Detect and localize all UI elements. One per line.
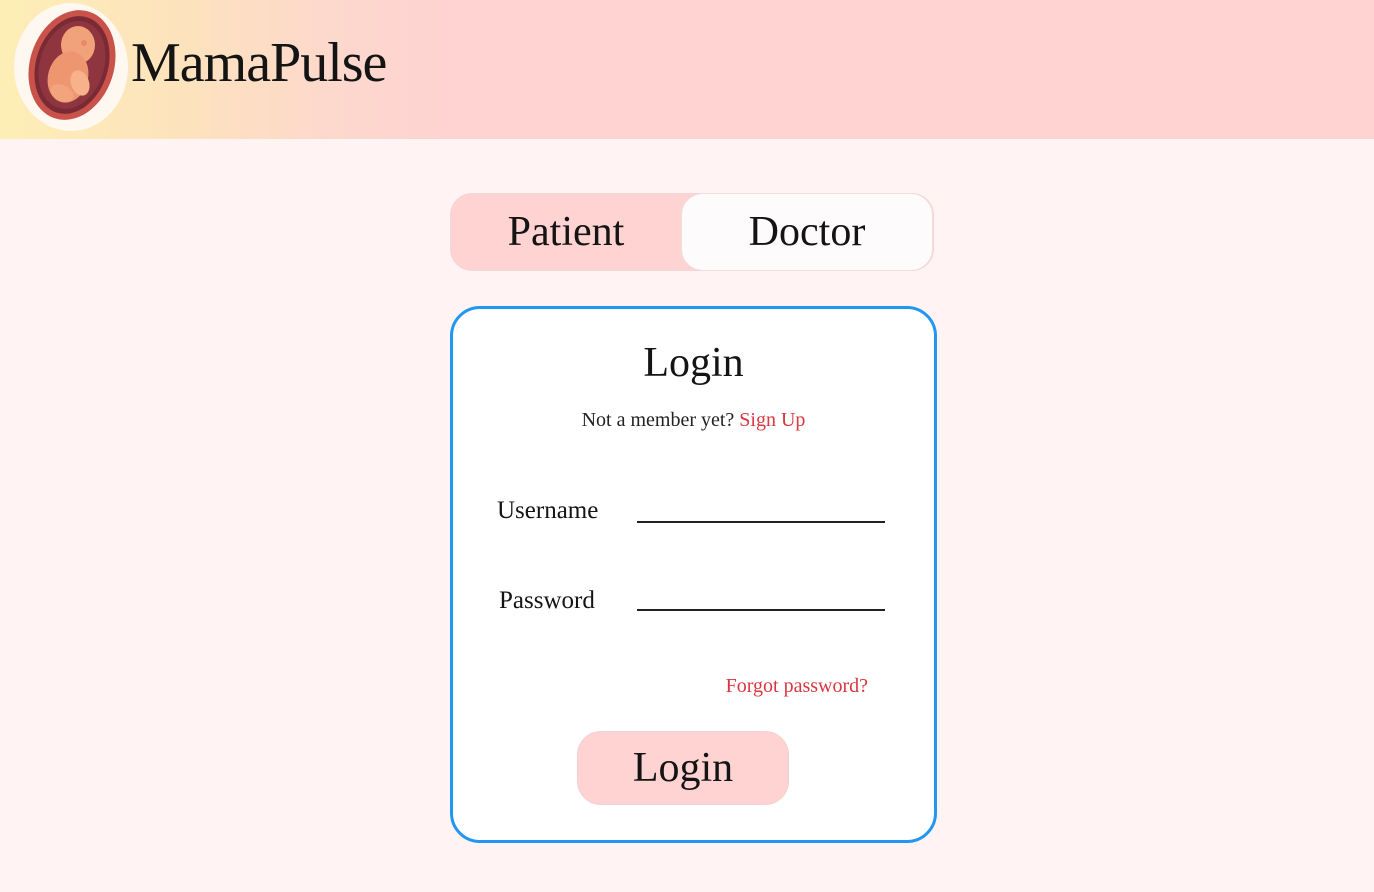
forgot-password-link[interactable]: Forgot password? bbox=[726, 675, 868, 698]
login-title: Login bbox=[643, 340, 744, 386]
brand-name: MamaPulse bbox=[131, 32, 387, 94]
app-header: MamaPulse bbox=[0, 0, 1374, 139]
member-prompt-line: Not a member yet? Sign Up bbox=[453, 409, 934, 432]
password-input[interactable] bbox=[637, 581, 885, 611]
login-button[interactable]: Login bbox=[577, 731, 789, 805]
tab-patient[interactable]: Patient bbox=[451, 194, 681, 270]
tab-doctor[interactable]: Doctor bbox=[681, 193, 933, 271]
password-label: Password bbox=[499, 587, 595, 614]
username-input[interactable] bbox=[637, 493, 885, 523]
logo[interactable] bbox=[14, 3, 128, 131]
signup-link[interactable]: Sign Up bbox=[739, 409, 805, 431]
fetus-in-womb-icon bbox=[27, 9, 116, 125]
login-card: Login Not a member yet? Sign Up Username… bbox=[450, 306, 937, 843]
username-label: Username bbox=[497, 497, 599, 524]
member-prompt-text: Not a member yet? bbox=[581, 409, 735, 431]
role-toggle: Patient Doctor bbox=[450, 193, 934, 271]
